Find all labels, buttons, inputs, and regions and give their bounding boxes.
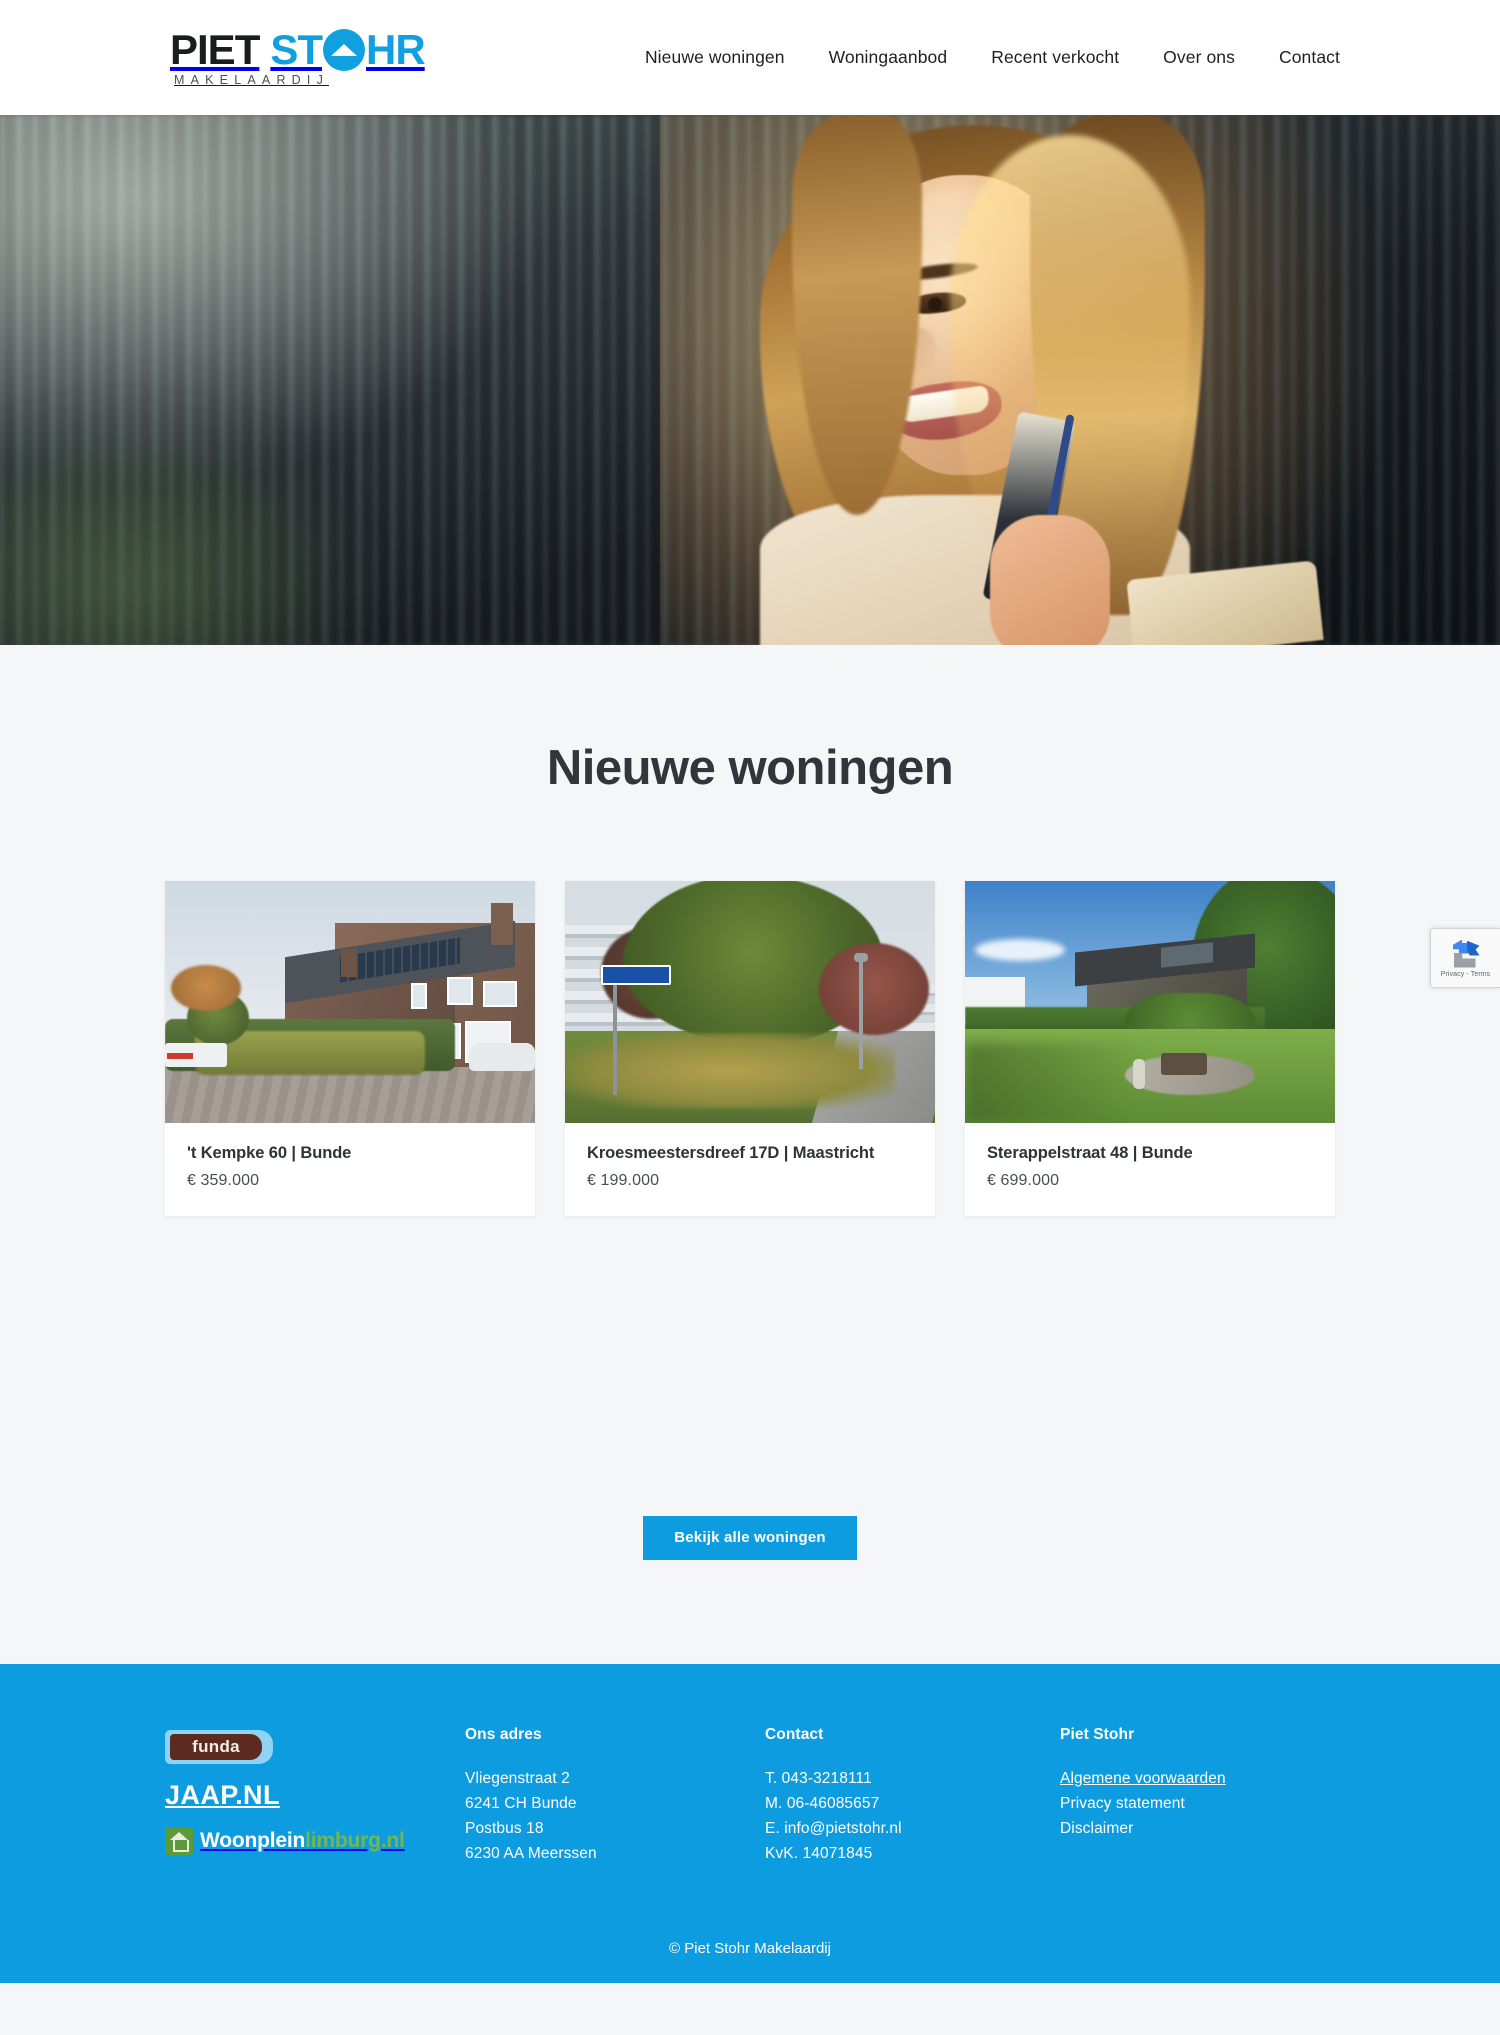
- address-line: Postbus 18: [465, 1820, 544, 1837]
- listing-card[interactable]: Sterappelstraat 48 | Bunde € 699.000: [965, 881, 1335, 1216]
- photo2-street-lamp: [854, 953, 868, 1069]
- address-line: 6241 CH Bunde: [465, 1795, 577, 1812]
- logo-wordmark: PIET ST HR: [170, 25, 426, 73]
- logo-tagline: MAKELAARDIJ: [174, 72, 330, 87]
- listing-photo: [165, 881, 535, 1123]
- footer-partner-logos: funda JAAP.NL Woonpleinlimburg.nl: [165, 1726, 465, 1866]
- photo2-red-tree: [819, 943, 929, 1035]
- photo1-chimney-right: [491, 903, 513, 945]
- footer-contact-heading: Contact: [765, 1726, 824, 1743]
- main-navigation: Nieuwe woningen Woningaanbod Recent verk…: [645, 47, 1340, 68]
- recaptcha-icon: [1451, 939, 1481, 969]
- jaap-logo[interactable]: JAAP.NL: [165, 1780, 465, 1811]
- cta-container: Bekijk alle woningen: [0, 1216, 1500, 1664]
- portrait-hand: [990, 515, 1110, 645]
- address-line: Vliegenstraat 2: [465, 1770, 570, 1787]
- footer-company-column: Piet Stohr Algemene voorwaarden Privacy …: [1060, 1726, 1335, 1866]
- section-heading: Nieuwe woningen: [546, 741, 954, 795]
- listing-price: € 199.000: [587, 1172, 660, 1189]
- woonplein-logo-text-primary: Woonplein: [200, 1829, 306, 1852]
- contact-email: E. info@pietstohr.nl: [765, 1820, 902, 1837]
- logo-piet-text: PIET: [170, 25, 260, 73]
- site-footer: funda JAAP.NL Woonpleinlimburg.nl Ons ad…: [0, 1664, 1500, 1983]
- nav-item-nieuwe-woningen[interactable]: Nieuwe woningen: [645, 47, 785, 68]
- view-all-listings-button[interactable]: Bekijk alle woningen: [643, 1516, 857, 1560]
- listing-details: 't Kempke 60 | Bunde € 359.000: [165, 1123, 535, 1216]
- woonplein-logo-text: Woonpleinlimburg.nl: [200, 1829, 405, 1853]
- listing-card[interactable]: Kroesmeestersdreef 17D | Maastricht € 19…: [565, 881, 935, 1216]
- photo3-garden-bench: [1161, 1053, 1207, 1075]
- footer-copyright: © Piet Stohr Makelaardij: [669, 1940, 831, 1957]
- photo1-van: [165, 1043, 227, 1067]
- hero-banner: [0, 115, 1500, 645]
- photo1-autumn-tree: [171, 965, 241, 1011]
- photo1-window-c: [411, 983, 427, 1009]
- site-header: PIET ST HR MAKELAARDIJ Nieuwe woningen W…: [0, 0, 1500, 115]
- contact-phone: T. 043-3218111: [765, 1770, 872, 1787]
- listing-title: Kroesmeestersdreef 17D | Maastricht: [587, 1144, 875, 1162]
- photo1-window-b: [447, 977, 473, 1005]
- footer-address-column: Ons adres Vliegenstraat 2 6241 CH Bunde …: [465, 1726, 765, 1866]
- listing-price: € 699.000: [987, 1172, 1060, 1189]
- funda-logo[interactable]: funda: [165, 1730, 273, 1764]
- site-logo[interactable]: PIET ST HR MAKELAARDIJ: [170, 25, 426, 87]
- link-privacy-statement[interactable]: Privacy statement: [1060, 1791, 1335, 1816]
- link-algemene-voorwaarden[interactable]: Algemene voorwaarden: [1060, 1766, 1335, 1791]
- new-listings-section: Nieuwe woningen 't Kempke 60 | Bunde € 3…: [0, 645, 1500, 1664]
- logo-house-roof-icon: [323, 28, 366, 71]
- listing-photo: [565, 881, 935, 1123]
- listing-details: Kroesmeestersdreef 17D | Maastricht € 19…: [565, 1123, 935, 1216]
- listing-photo: [965, 881, 1335, 1123]
- listing-price: € 359.000: [187, 1172, 260, 1189]
- nav-item-over-ons[interactable]: Over ons: [1163, 47, 1235, 68]
- hero-background-image: [0, 115, 1500, 645]
- photo2-street-sign: [601, 965, 671, 985]
- listing-card-grid: 't Kempke 60 | Bunde € 359.000 Kroesmees…: [165, 881, 1335, 1216]
- recaptcha-label: Privacy - Terms: [1440, 970, 1491, 978]
- recaptcha-arrow-top-left: [1452, 939, 1469, 954]
- photo1-chimney-left: [341, 949, 357, 977]
- logo-stohr-text: ST HR: [270, 25, 426, 73]
- listing-title: Sterappelstraat 48 | Bunde: [987, 1144, 1193, 1162]
- listing-card[interactable]: 't Kempke 60 | Bunde € 359.000: [165, 881, 535, 1216]
- listing-title: 't Kempke 60 | Bunde: [187, 1144, 352, 1162]
- nav-item-recent-verkocht[interactable]: Recent verkocht: [991, 47, 1119, 68]
- listing-details: Sterappelstraat 48 | Bunde € 699.000: [965, 1123, 1335, 1216]
- photo2-sign-pole: [613, 985, 617, 1095]
- footer-address-heading: Ons adres: [465, 1726, 542, 1743]
- woonplein-logo[interactable]: Woonpleinlimburg.nl: [165, 1827, 465, 1855]
- nav-item-woningaanbod[interactable]: Woningaanbod: [829, 47, 948, 68]
- woonplein-logo-text-accent: limburg.nl: [305, 1829, 405, 1852]
- recaptcha-badge[interactable]: Privacy - Terms: [1430, 928, 1500, 988]
- house-icon: [165, 1827, 193, 1855]
- address-line: 6230 AA Meerssen: [465, 1845, 597, 1862]
- footer-contact-column: Contact T. 043-3218111 M. 06-46085657 E.…: [765, 1726, 1060, 1866]
- hero-portrait: [700, 115, 1324, 645]
- photo1-street: [165, 1067, 535, 1123]
- link-disclaimer[interactable]: Disclaimer: [1060, 1816, 1335, 1841]
- footer-columns: funda JAAP.NL Woonpleinlimburg.nl Ons ad…: [165, 1726, 1335, 1866]
- photo1-window-a: [483, 981, 517, 1007]
- photo3-cloud: [975, 939, 1065, 961]
- logo-st-text: ST: [270, 25, 323, 73]
- logo-hr-text: HR: [366, 25, 426, 73]
- hero-foliage-blur: [0, 405, 380, 645]
- contact-mobile: M. 06-46085657: [765, 1795, 880, 1812]
- nav-item-contact[interactable]: Contact: [1279, 47, 1340, 68]
- photo3-garden-ornament: [1133, 1059, 1145, 1089]
- funda-logo-text: funda: [170, 1734, 262, 1760]
- page-root: PIET ST HR MAKELAARDIJ Nieuwe woningen W…: [0, 0, 1500, 1983]
- photo1-car: [469, 1043, 535, 1071]
- footer-company-heading: Piet Stohr: [1060, 1726, 1135, 1743]
- contact-kvk: KvK. 14071845: [765, 1845, 873, 1862]
